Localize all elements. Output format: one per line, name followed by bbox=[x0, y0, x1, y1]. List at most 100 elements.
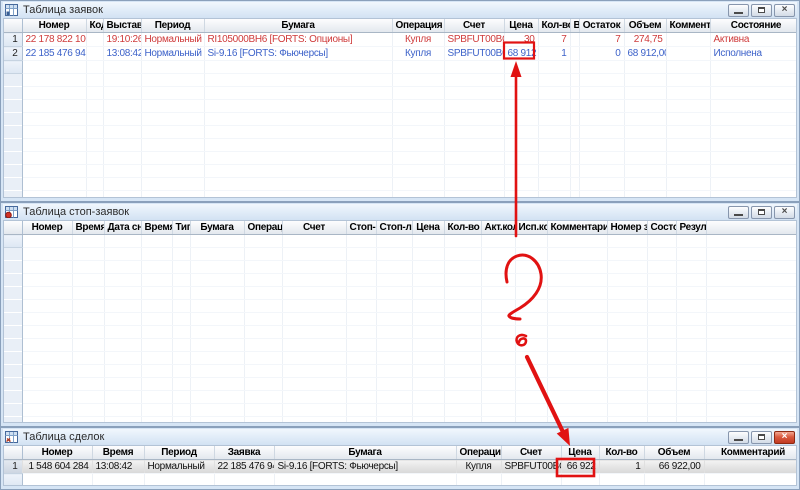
orders-titlebar[interactable]: Таблица заявок × bbox=[3, 2, 797, 18]
column-header[interactable] bbox=[706, 221, 796, 235]
column-header[interactable]: Ви bbox=[570, 19, 580, 33]
row-number bbox=[4, 312, 23, 326]
row-number: 1 bbox=[4, 459, 23, 474]
column-header[interactable]: Время bbox=[72, 221, 105, 235]
column-header[interactable]: Бумага bbox=[190, 221, 245, 235]
cell bbox=[346, 247, 377, 261]
cell bbox=[666, 60, 711, 74]
column-header[interactable]: Бумага bbox=[204, 19, 393, 33]
cell bbox=[570, 125, 580, 139]
cell: Нормальный bbox=[141, 46, 205, 61]
column-header[interactable]: Номер bbox=[22, 19, 87, 33]
cell bbox=[346, 338, 377, 352]
minimize-button[interactable] bbox=[728, 3, 749, 17]
column-header[interactable]: Комментарий bbox=[704, 446, 796, 460]
column-header[interactable]: Акт.кол- bbox=[481, 221, 516, 235]
column-header[interactable]: Комментарий bbox=[547, 221, 608, 235]
column-header[interactable]: Выставле bbox=[103, 19, 142, 33]
column-header[interactable]: Счет bbox=[282, 221, 347, 235]
column-header[interactable]: Стоп-ц bbox=[346, 221, 377, 235]
empty-row bbox=[4, 164, 796, 178]
cell bbox=[607, 364, 648, 378]
cell bbox=[666, 112, 711, 126]
cell bbox=[282, 364, 347, 378]
restore-button[interactable] bbox=[751, 3, 772, 17]
column-header[interactable]: Счет bbox=[444, 19, 505, 33]
column-header[interactable]: Резуль bbox=[676, 221, 707, 235]
column-header[interactable]: Состояние bbox=[710, 19, 796, 33]
cell bbox=[444, 286, 482, 300]
column-header[interactable]: Цена bbox=[561, 446, 600, 460]
cell bbox=[190, 299, 245, 313]
cell bbox=[22, 112, 87, 126]
column-header[interactable]: Операция bbox=[456, 446, 502, 460]
column-header[interactable]: Тип bbox=[172, 221, 191, 235]
column-header[interactable]: Номер bbox=[22, 221, 73, 235]
cell bbox=[676, 403, 707, 417]
cell bbox=[244, 377, 283, 391]
column-header[interactable]: Исп.кол- bbox=[515, 221, 548, 235]
column-header[interactable]: Операция bbox=[392, 19, 445, 33]
restore-button[interactable] bbox=[751, 430, 772, 444]
orders-window: Таблица заявок × НомерКодВыставлеПериодБ… bbox=[0, 0, 800, 202]
cell bbox=[607, 312, 648, 326]
minimize-button[interactable] bbox=[728, 430, 749, 444]
table-row[interactable]: 1 22 178 822 100 19:10:26 Нормальный RI10500… bbox=[4, 32, 796, 47]
close-button[interactable]: × bbox=[774, 3, 795, 17]
column-header[interactable]: Счет bbox=[501, 446, 562, 460]
column-header[interactable]: Номер bbox=[22, 446, 93, 460]
column-header[interactable]: Кол-во bbox=[538, 19, 571, 33]
column-header[interactable]: Время bbox=[92, 446, 145, 460]
trades-titlebar[interactable]: Таблица сделок × bbox=[3, 429, 797, 445]
cell bbox=[104, 247, 142, 261]
column-header[interactable]: Заявка bbox=[214, 446, 275, 460]
column-header[interactable]: Операция bbox=[244, 221, 283, 235]
cell bbox=[676, 325, 707, 339]
cell bbox=[515, 312, 548, 326]
restore-button[interactable] bbox=[751, 205, 772, 219]
cell bbox=[481, 273, 516, 287]
close-icon: × bbox=[781, 206, 788, 217]
column-header[interactable]: Остаток bbox=[579, 19, 625, 33]
cell bbox=[190, 247, 245, 261]
cell bbox=[22, 234, 73, 248]
cell bbox=[444, 112, 505, 126]
column-header[interactable]: Объем bbox=[624, 19, 667, 33]
cell bbox=[86, 73, 104, 87]
cell bbox=[444, 73, 505, 87]
cell bbox=[444, 60, 505, 74]
close-button[interactable]: × bbox=[774, 205, 795, 219]
column-header[interactable]: Состоя bbox=[647, 221, 677, 235]
column-header[interactable]: Бумага bbox=[274, 446, 457, 460]
stop-orders-titlebar[interactable]: Таблица стоп-заявок × bbox=[3, 204, 797, 220]
column-header[interactable]: Код bbox=[86, 19, 104, 33]
cell: 7 bbox=[579, 32, 625, 47]
column-header[interactable]: Кол-во bbox=[444, 221, 482, 235]
close-button[interactable]: × bbox=[774, 430, 795, 444]
column-header[interactable]: Объем bbox=[644, 446, 705, 460]
column-header[interactable]: Номер зая bbox=[607, 221, 648, 235]
minimize-button[interactable] bbox=[728, 205, 749, 219]
column-header[interactable]: Период bbox=[144, 446, 215, 460]
column-header[interactable]: Кол-во bbox=[599, 446, 645, 460]
cell bbox=[86, 190, 104, 197]
column-header[interactable]: Период bbox=[141, 19, 205, 33]
cell bbox=[444, 86, 505, 100]
column-header[interactable]: Дата сня bbox=[104, 221, 142, 235]
cell bbox=[666, 138, 711, 152]
cell bbox=[22, 247, 73, 261]
column-header[interactable]: Комментарий bbox=[666, 19, 711, 33]
table-row[interactable]: 11 548 604 284 13:08:42 Нормальный 22 185 4… bbox=[4, 459, 796, 474]
column-header[interactable]: Цена bbox=[504, 19, 539, 33]
cell bbox=[647, 247, 677, 261]
table-row[interactable]: 2 22 185 476 945 13:08:42 Нормальный Si-9.16… bbox=[4, 46, 796, 61]
cell bbox=[244, 234, 283, 248]
cell bbox=[204, 190, 393, 197]
column-header[interactable]: Время сн bbox=[141, 221, 173, 235]
cell bbox=[444, 299, 482, 313]
row-number bbox=[4, 86, 23, 100]
cell bbox=[392, 86, 445, 100]
column-header[interactable]: Стоп-ли bbox=[376, 221, 413, 235]
cell bbox=[72, 416, 105, 422]
column-header[interactable]: Цена bbox=[412, 221, 445, 235]
